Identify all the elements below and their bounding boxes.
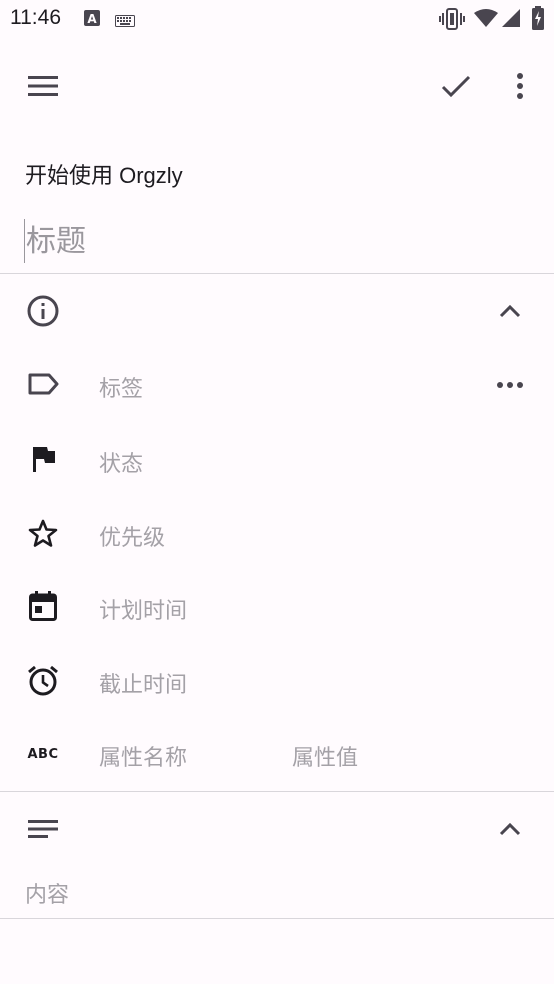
star-outline-icon (24, 514, 62, 552)
toolbar (0, 38, 554, 136)
svg-text:A: A (87, 12, 97, 26)
content-input[interactable]: 内容 (25, 877, 69, 909)
notes-icon[interactable] (24, 810, 62, 848)
check-icon (441, 75, 471, 98)
menu-button[interactable] (21, 64, 65, 108)
divider (0, 273, 554, 274)
save-button[interactable] (434, 64, 478, 108)
label-icon (24, 365, 62, 403)
status-time: 11:46 (10, 6, 61, 29)
state-field[interactable]: 状态 (99, 446, 143, 478)
scheduled-field[interactable]: 计划时间 (99, 593, 187, 625)
status-bar: 11:46 A (0, 0, 554, 38)
property-value-input[interactable]: 属性值 (292, 740, 358, 772)
title-input[interactable] (22, 218, 536, 264)
more-horiz-icon (497, 382, 523, 388)
divider (0, 918, 554, 919)
chevron-up-icon (499, 304, 521, 318)
content-collapse-button[interactable] (490, 809, 530, 849)
book-name[interactable]: 开始使用 Orgzly (25, 158, 183, 190)
tags-field[interactable]: 标签 (99, 371, 143, 403)
property-name-input[interactable]: 属性名称 (99, 740, 187, 772)
info-icon[interactable] (24, 292, 62, 330)
alarm-icon (24, 661, 62, 699)
flag-icon (24, 440, 62, 478)
priority-field[interactable]: 优先级 (99, 520, 165, 552)
vibrate-icon (439, 8, 465, 34)
chevron-up-icon (499, 822, 521, 836)
calendar-icon (24, 587, 62, 625)
metadata-collapse-button[interactable] (490, 291, 530, 331)
menu-icon (28, 76, 58, 96)
signal-icon (502, 9, 520, 31)
abc-icon: ABC (27, 746, 59, 762)
tags-menu-button[interactable] (490, 365, 530, 405)
keyboard-icon (115, 12, 135, 31)
deadline-field[interactable]: 截止时间 (99, 667, 187, 699)
overflow-menu-button[interactable] (498, 64, 542, 108)
wifi-icon (474, 9, 498, 31)
text-cursor (24, 219, 25, 263)
battery-charging-icon (531, 6, 545, 34)
divider (0, 791, 554, 792)
more-vert-icon (517, 73, 523, 99)
font-a-icon: A (84, 10, 100, 30)
